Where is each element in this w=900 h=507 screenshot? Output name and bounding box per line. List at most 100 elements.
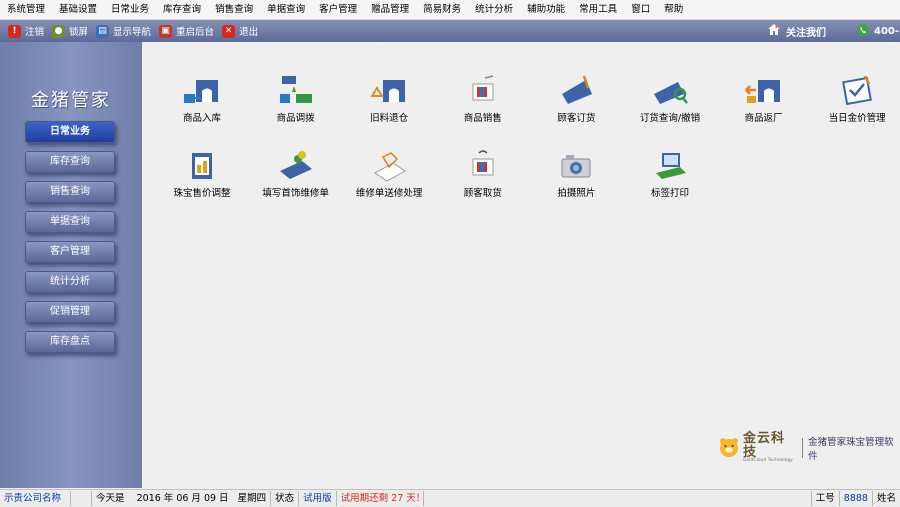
- tile-label: 标签打印: [650, 188, 689, 199]
- sidebar-item[interactable]: 销售查询: [25, 181, 115, 203]
- order-search-icon: [625, 74, 715, 108]
- return-factory-icon: [719, 74, 809, 108]
- menu-item[interactable]: 销售查询: [208, 0, 260, 19]
- toolbar-icon: ●: [52, 24, 66, 38]
- menu-bar: 系统管理 基础设置 日常业务 库存查询 销售查询 单据查询 客户管理 赠品管理 简易财务 统计分析…: [0, 0, 900, 20]
- menu-item[interactable]: 统计分析: [468, 0, 520, 19]
- toolbar-button[interactable]: ▤ 显示导航: [96, 24, 151, 38]
- toolbar-button[interactable]: ▣ 重启后台: [159, 24, 214, 38]
- menu-item[interactable]: 系统管理: [0, 0, 52, 19]
- tile-label: 当日金价管理: [828, 113, 886, 124]
- order-icon: [531, 74, 621, 108]
- tile-label: 商品返厂: [744, 113, 783, 124]
- sidebar-item[interactable]: 客户管理: [25, 241, 115, 263]
- toolbar-label: 锁屏: [69, 27, 89, 38]
- function-tile[interactable]: 珠宝售价调整: [157, 149, 247, 199]
- sidebar-item[interactable]: 统计分析: [25, 271, 115, 293]
- toolbar-label: 退出: [239, 27, 259, 38]
- main-panel: 商品入库 商品调拨 旧料退仓 商品销售 顾客订货 订货查询/撤销 商品返厂 当日金价管理珠宝售…: [143, 42, 900, 488]
- toolbar-icon: !: [8, 24, 21, 38]
- logo-product: 金猪管家珠宝管理软件: [808, 437, 894, 462]
- label-print-icon: [625, 149, 715, 183]
- function-tile[interactable]: 顾客订货: [531, 74, 621, 124]
- sale-icon: [438, 74, 528, 108]
- sidebar-item[interactable]: 日常业务: [25, 121, 115, 143]
- status-state-label: 状态: [271, 491, 300, 506]
- function-tile[interactable]: 标签打印: [625, 149, 715, 199]
- menu-item[interactable]: 单据查询: [260, 0, 312, 19]
- logo-company-en: GoldCloud Technology: [743, 458, 793, 464]
- building-in-icon: [157, 74, 247, 108]
- toolbar-button[interactable]: ! 注销: [8, 24, 44, 38]
- function-tile[interactable]: 商品销售: [438, 74, 528, 124]
- menu-item[interactable]: 辅助功能: [520, 0, 572, 19]
- tile-label: 顾客订货: [557, 113, 596, 124]
- sidebar-item[interactable]: 促销管理: [25, 301, 115, 323]
- phone-contact[interactable]: 400-: [857, 20, 899, 42]
- menu-item[interactable]: 帮助: [657, 0, 690, 19]
- logo-company: 金云科技: [743, 431, 786, 460]
- toolbar-button[interactable]: ✕ 退出: [222, 24, 258, 38]
- function-tile[interactable]: 填写首饰维修单: [251, 149, 341, 199]
- phone-label: 400-: [874, 25, 900, 37]
- gold-price-icon: [812, 74, 900, 108]
- status-company-name: 示贵公司名称: [0, 491, 71, 506]
- toolbar-label: 注销: [25, 27, 45, 38]
- status-trial-text: 试用期还剩 27 天！: [337, 491, 425, 506]
- menu-item[interactable]: 库存查询: [156, 0, 208, 19]
- brand-title: 金猪管家: [31, 90, 111, 111]
- sidebar-item[interactable]: 库存查询: [25, 151, 115, 173]
- toolbar-button[interactable]: ● 锁屏: [52, 24, 88, 38]
- logo-divider: [802, 438, 804, 458]
- recycle-icon: [344, 74, 434, 108]
- tile-label: 维修单送修处理: [355, 188, 423, 199]
- phone-icon: [857, 23, 869, 39]
- menu-item[interactable]: 日常业务: [104, 0, 156, 19]
- status-weekday: 星期四: [237, 493, 267, 504]
- menu-item[interactable]: 简易财务: [416, 0, 468, 19]
- repair-process-icon: [344, 149, 434, 183]
- tile-label: 商品调拨: [276, 113, 315, 124]
- function-tile[interactable]: 订货查询/撤销: [625, 74, 715, 124]
- toolbar-label: 显示导航: [113, 27, 152, 38]
- tile-label: 订货查询/撤销: [639, 113, 701, 124]
- menu-item[interactable]: 常用工具: [572, 0, 624, 19]
- status-spacer: [71, 491, 92, 506]
- toolbar-icon: ✕: [222, 24, 236, 38]
- menu-item[interactable]: 赠品管理: [364, 0, 416, 19]
- status-work-label: 工号: [812, 491, 840, 506]
- toolbar: ! 注销 ● 锁屏 ▤ 显示导航 ▣ 重启后台 ✕ 退出 关注我们 400-: [0, 20, 900, 42]
- sidebar-item[interactable]: 单据查询: [25, 211, 115, 233]
- function-tile[interactable]: 商品返厂: [719, 74, 809, 124]
- pickup-icon: [438, 149, 528, 183]
- function-tile[interactable]: 商品入库: [157, 74, 247, 124]
- function-tile[interactable]: 维修单送修处理: [344, 149, 434, 199]
- tile-label: 珠宝售价调整: [173, 188, 231, 199]
- tile-label: 填写首饰维修单: [262, 188, 329, 199]
- status-name-label: 姓名: [876, 493, 896, 504]
- status-today-label: 今天是: [96, 493, 125, 504]
- function-tile[interactable]: 顾客取货: [438, 149, 528, 199]
- sidebar-item[interactable]: 库存盘点: [25, 331, 115, 353]
- status-bar: 示贵公司名称 今天是 2016 年 06 月 09 日 星期四 状态 试用版 试…: [0, 489, 900, 507]
- function-tile[interactable]: 拍摄照片: [531, 149, 621, 199]
- menu-item[interactable]: 基础设置: [52, 0, 104, 19]
- status-work-no: 8888: [840, 491, 873, 506]
- status-date-cell: 今天是 2016 年 06 月 09 日 星期四: [92, 491, 272, 506]
- follow-us-button[interactable]: 关注我们: [768, 20, 826, 42]
- home-icon: [768, 24, 780, 38]
- repair-form-icon: [251, 149, 341, 183]
- function-tile[interactable]: 当日金价管理: [812, 74, 900, 124]
- tile-label: 顾客取货: [463, 188, 502, 199]
- toolbar-label: 重启后台: [176, 27, 215, 38]
- status-date: 2016 年 06 月 09 日: [136, 493, 229, 504]
- transfer-icon: [251, 74, 341, 108]
- menu-item[interactable]: 窗口: [624, 0, 657, 19]
- camera-icon: [531, 149, 621, 183]
- function-tile[interactable]: 旧料退仓: [344, 74, 434, 124]
- price-adjust-icon: [157, 149, 247, 183]
- function-tile[interactable]: 商品调拨: [251, 74, 341, 124]
- tile-label: 旧料退仓: [370, 113, 409, 124]
- menu-item[interactable]: 客户管理: [312, 0, 364, 19]
- toolbar-left: ! 注销 ● 锁屏 ▤ 显示导航 ▣ 重启后台 ✕ 退出: [0, 24, 258, 38]
